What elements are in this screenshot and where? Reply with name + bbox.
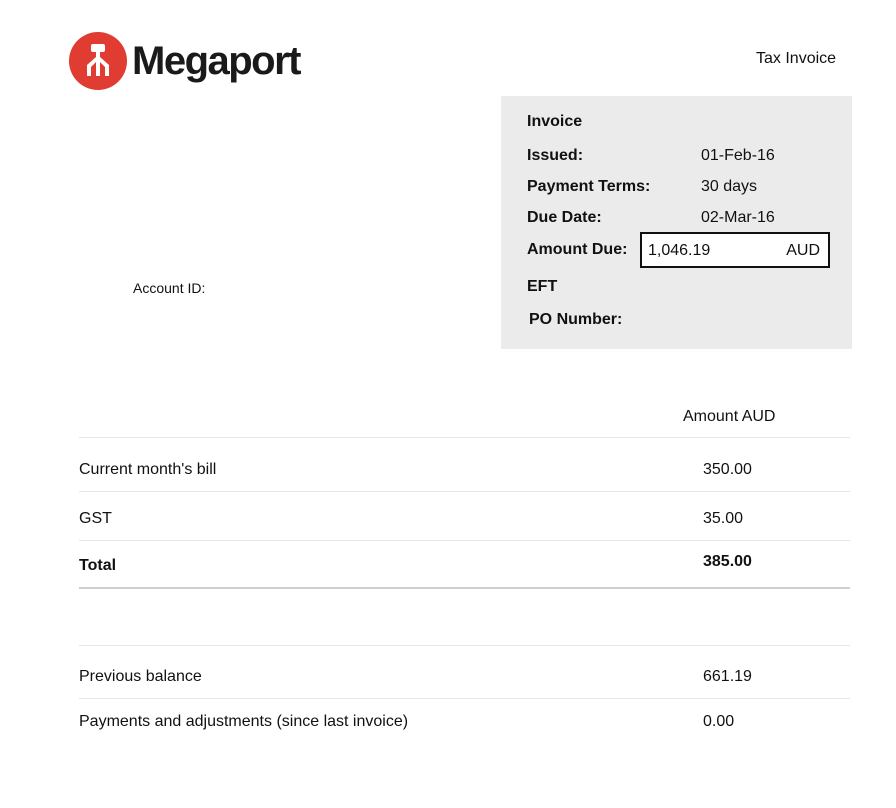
divider	[79, 437, 850, 438]
invoice-title: Invoice	[527, 113, 583, 130]
table-row: Payments and adjustments (since last inv…	[79, 699, 850, 747]
gst-label: GST	[79, 510, 112, 527]
po-number-label: PO Number:	[529, 311, 623, 328]
current-bill-label: Current month's bill	[79, 461, 217, 478]
account-id-label: Account ID:	[133, 280, 206, 296]
table-row: Current month's bill 350.00	[79, 443, 850, 492]
payment-method: EFT	[527, 278, 558, 295]
total-value: 385.00	[703, 553, 752, 570]
megaport-logo: Megaport	[69, 32, 302, 90]
previous-balance-label: Previous balance	[79, 668, 202, 685]
payment-terms-value: 30 days	[701, 178, 758, 195]
payment-terms-label: Payment Terms:	[527, 178, 651, 195]
issued-value: 01-Feb-16	[701, 147, 775, 164]
amount-due-label: Amount Due:	[527, 241, 628, 258]
document-type: Tax Invoice	[756, 50, 837, 67]
previous-balance-value: 661.19	[703, 668, 752, 685]
megaport-logo-icon	[69, 32, 127, 90]
current-bill-value: 350.00	[703, 461, 752, 478]
amount-column-header: Amount AUD	[683, 408, 776, 425]
payments-adjustments-label: Payments and adjustments (since last inv…	[79, 713, 409, 730]
table-row: GST 35.00	[79, 492, 850, 541]
total-label: Total	[79, 557, 117, 574]
due-date-value: 02-Mar-16	[701, 209, 775, 226]
invoice-info-box: Invoice Issued: 01-Feb-16 Payment Terms:…	[501, 96, 852, 349]
divider	[79, 645, 850, 646]
gst-value: 35.00	[703, 510, 744, 527]
table-row: Previous balance 661.19	[79, 650, 850, 699]
total-row: Total 385.00	[79, 539, 850, 589]
due-date-label: Due Date:	[527, 209, 602, 226]
issued-label: Issued:	[527, 147, 584, 164]
amount-due-currency: AUD	[786, 242, 820, 259]
amount-due-value: 1,046.19	[648, 242, 711, 259]
logo-text: Megaport	[132, 39, 302, 83]
amount-due-box: 1,046.19 AUD	[640, 232, 830, 268]
payments-adjustments-value: 0.00	[703, 713, 735, 730]
